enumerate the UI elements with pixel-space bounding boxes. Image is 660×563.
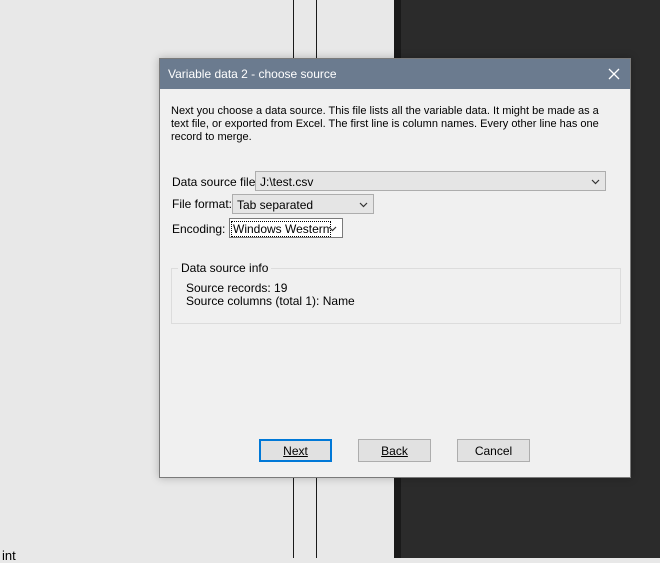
encoding-value-wrap: Windows Western <box>230 221 332 237</box>
chevron-down-icon <box>328 226 337 232</box>
source-columns-text: Source columns (total 1): Name <box>186 294 355 308</box>
file-format-value: Tab separated <box>237 198 314 212</box>
choose-source-dialog: Variable data 2 - choose source Next you… <box>159 58 631 478</box>
source-records-text: Source records: 19 <box>186 281 288 295</box>
encoding-value: Windows Western <box>230 221 332 237</box>
cancel-button-label: Cancel <box>474 443 513 458</box>
data-source-info-title: Data source info <box>178 261 272 275</box>
intro-text: Next you choose a data source. This file… <box>171 105 599 143</box>
cancel-button[interactable]: Cancel <box>457 439 530 462</box>
back-button[interactable]: Back <box>358 439 431 462</box>
file-format-select[interactable]: Tab separated <box>232 194 374 214</box>
close-icon <box>608 68 620 80</box>
close-button[interactable] <box>602 62 626 86</box>
encoding-select[interactable]: Windows Western <box>229 218 343 238</box>
data-source-file-combo[interactable]: J:\test.csv <box>255 171 606 191</box>
encoding-label: Encoding: <box>172 222 226 236</box>
back-button-label: Back <box>381 443 408 458</box>
data-source-file-value: J:\test.csv <box>260 175 314 189</box>
chevron-down-icon <box>591 179 600 185</box>
data-source-file-label: Data source file: <box>172 175 259 189</box>
dialog-title: Variable data 2 - choose source <box>168 67 337 81</box>
next-button-label: Next <box>283 443 308 458</box>
chevron-down-icon <box>359 202 368 208</box>
file-format-label: File format: <box>172 197 233 211</box>
background-text-fragment: int <box>2 548 16 563</box>
dialog-titlebar[interactable]: Variable data 2 - choose source <box>160 59 630 89</box>
data-source-info-group: Data source info Source records: 19 Sour… <box>171 261 621 324</box>
next-button[interactable]: Next <box>259 439 332 462</box>
